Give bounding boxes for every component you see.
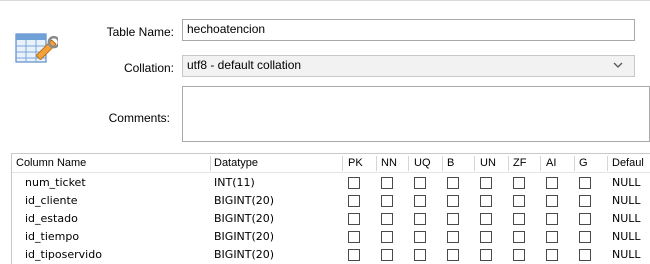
pk-checkbox[interactable] <box>348 213 360 225</box>
datatype-cell[interactable]: BIGINT(20) <box>214 246 274 264</box>
table-row[interactable]: id_estado BIGINT(20) NULL <box>12 210 650 228</box>
ai-checkbox[interactable] <box>546 195 558 207</box>
collation-value: utf8 - default collation <box>187 58 302 72</box>
uq-checkbox[interactable] <box>414 195 426 207</box>
ai-checkbox[interactable] <box>546 231 558 243</box>
pk-checkbox[interactable] <box>348 231 360 243</box>
datatype-cell[interactable]: BIGINT(20) <box>214 228 274 246</box>
b-checkbox[interactable] <box>447 231 459 243</box>
columns-grid: Column Name Datatype PK NN UQ B UN ZF AI… <box>11 153 650 264</box>
header-divider <box>442 156 443 171</box>
g-checkbox[interactable] <box>579 213 591 225</box>
un-checkbox[interactable] <box>480 249 492 261</box>
uq-checkbox[interactable] <box>414 213 426 225</box>
chevron-down-icon[interactable] <box>612 60 624 70</box>
pk-checkbox[interactable] <box>348 195 360 207</box>
header-divider <box>540 156 541 171</box>
header-column-name[interactable]: Column Name <box>16 155 86 172</box>
nn-checkbox[interactable] <box>381 249 393 261</box>
header-b[interactable]: B <box>447 155 454 172</box>
g-checkbox[interactable] <box>579 177 591 189</box>
comments-textarea[interactable] <box>182 86 650 142</box>
header-divider <box>607 156 608 171</box>
column-name-cell[interactable]: id_tiposervido <box>25 246 102 264</box>
table-row[interactable]: id_tiposervido BIGINT(20) NULL <box>12 246 650 264</box>
header-divider <box>474 156 475 171</box>
header-g[interactable]: G <box>579 155 588 172</box>
nn-checkbox[interactable] <box>381 231 393 243</box>
default-cell[interactable]: NULL <box>612 246 641 264</box>
top-divider <box>0 0 650 1</box>
nn-checkbox[interactable] <box>381 195 393 207</box>
collation-label: Collation: <box>123 61 174 75</box>
header-default[interactable]: Defaul <box>612 155 644 172</box>
default-cell[interactable]: NULL <box>612 192 641 210</box>
g-checkbox[interactable] <box>579 249 591 261</box>
header-datatype[interactable]: Datatype <box>214 155 258 172</box>
un-checkbox[interactable] <box>480 231 492 243</box>
column-name-cell[interactable]: id_tiempo <box>25 228 79 246</box>
header-zf[interactable]: ZF <box>513 155 526 172</box>
un-checkbox[interactable] <box>480 213 492 225</box>
zf-checkbox[interactable] <box>513 231 525 243</box>
nn-checkbox[interactable] <box>381 213 393 225</box>
ai-checkbox[interactable] <box>546 249 558 261</box>
ai-checkbox[interactable] <box>546 177 558 189</box>
un-checkbox[interactable] <box>480 177 492 189</box>
column-name-cell[interactable]: id_cliente <box>25 192 78 210</box>
zf-checkbox[interactable] <box>513 249 525 261</box>
header-nn[interactable]: NN <box>381 155 397 172</box>
collation-select[interactable]: utf8 - default collation <box>182 55 635 77</box>
datatype-cell[interactable]: INT(11) <box>214 174 255 192</box>
un-checkbox[interactable] <box>480 195 492 207</box>
table-name-label: Table Name: <box>106 25 174 39</box>
pk-checkbox[interactable] <box>348 177 360 189</box>
g-checkbox[interactable] <box>579 195 591 207</box>
ai-checkbox[interactable] <box>546 213 558 225</box>
b-checkbox[interactable] <box>447 177 459 189</box>
column-name-cell[interactable]: id_estado <box>25 210 78 228</box>
header-bottom-line <box>12 172 650 173</box>
header-divider <box>376 156 377 171</box>
header-divider <box>508 156 509 171</box>
table-row[interactable]: id_tiempo BIGINT(20) NULL <box>12 228 650 246</box>
zf-checkbox[interactable] <box>513 195 525 207</box>
header-pk[interactable]: PK <box>348 155 363 172</box>
b-checkbox[interactable] <box>447 213 459 225</box>
datatype-cell[interactable]: BIGINT(20) <box>214 192 274 210</box>
zf-checkbox[interactable] <box>513 177 525 189</box>
table-name-value: hechoatencion <box>187 22 266 36</box>
header-ai[interactable]: AI <box>546 155 556 172</box>
table-row[interactable]: id_cliente BIGINT(20) NULL <box>12 192 650 210</box>
table-row[interactable]: num_ticket INT(11) NULL <box>12 174 650 192</box>
header-divider <box>342 156 343 171</box>
default-cell[interactable]: NULL <box>612 210 641 228</box>
comments-label: Comments: <box>108 111 170 125</box>
table-edit-icon <box>15 33 58 63</box>
default-cell[interactable]: NULL <box>612 228 641 246</box>
b-checkbox[interactable] <box>447 249 459 261</box>
zf-checkbox[interactable] <box>513 213 525 225</box>
header-divider <box>210 156 211 171</box>
header-divider <box>574 156 575 171</box>
column-name-cell[interactable]: num_ticket <box>25 174 86 192</box>
header-uq[interactable]: UQ <box>414 155 431 172</box>
g-checkbox[interactable] <box>579 231 591 243</box>
header-divider <box>408 156 409 171</box>
uq-checkbox[interactable] <box>414 177 426 189</box>
pk-checkbox[interactable] <box>348 249 360 261</box>
default-cell[interactable]: NULL <box>612 174 641 192</box>
nn-checkbox[interactable] <box>381 177 393 189</box>
table-name-input[interactable]: hechoatencion <box>182 19 635 41</box>
header-un[interactable]: UN <box>480 155 496 172</box>
datatype-cell[interactable]: BIGINT(20) <box>214 210 274 228</box>
b-checkbox[interactable] <box>447 195 459 207</box>
uq-checkbox[interactable] <box>414 249 426 261</box>
uq-checkbox[interactable] <box>414 231 426 243</box>
